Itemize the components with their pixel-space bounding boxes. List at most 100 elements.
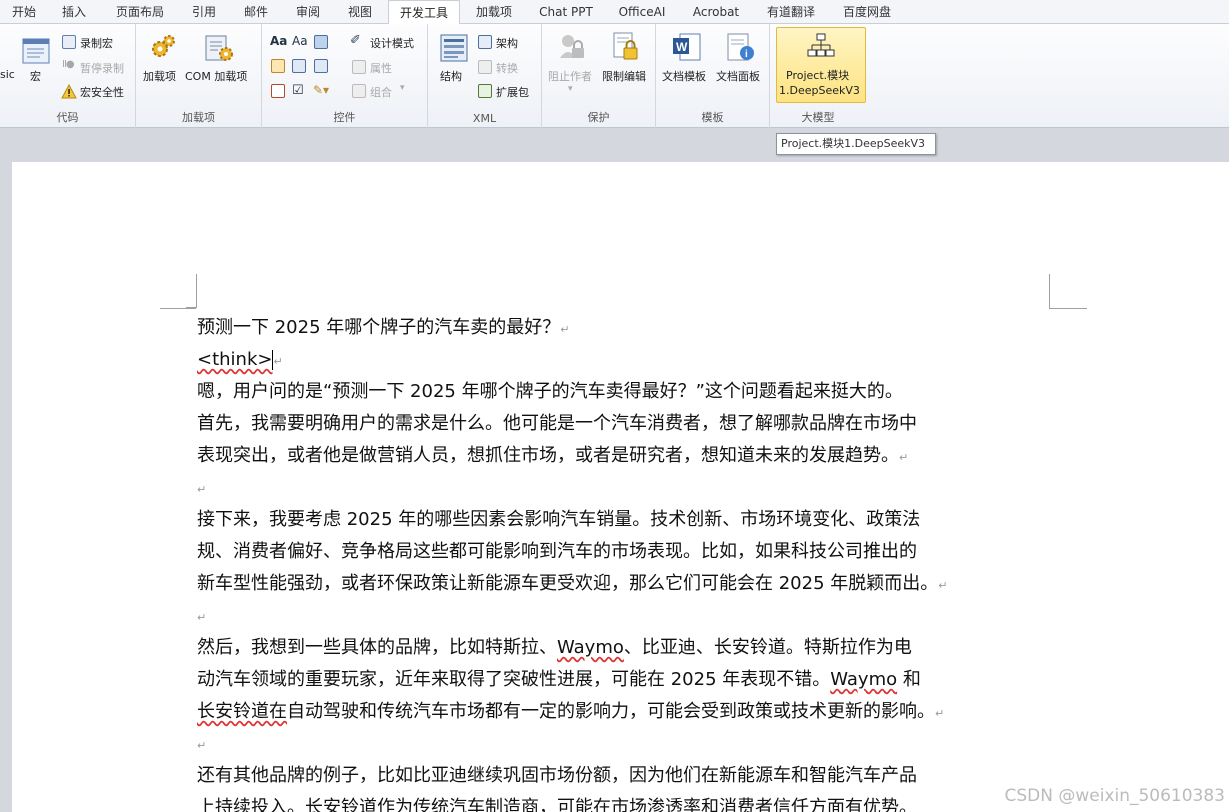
macro-button[interactable]: 宏 (20, 34, 54, 94)
restrict-editing-label: 限制编辑 (602, 70, 646, 83)
chevron-down-icon: ▾ (568, 84, 573, 94)
document-panel-button[interactable]: i 文档面板 (714, 30, 768, 94)
transform-button[interactable]: 转换 (478, 58, 538, 76)
paragraph-2-line-2: 规、消费者偏好、竞争格局这些都可能影响到汽车的市场表现。比如，如果科技公司推出的 (197, 541, 917, 562)
date-picker-control-icon[interactable] (271, 84, 285, 98)
paragraph-4-line-2: 上持续投入。长安铃道作为传统汽车制造商，可能在市场渗透率和消费者信任方面有优势。 (197, 797, 917, 812)
tab-developer[interactable]: 开发工具 (388, 0, 460, 25)
tab-review[interactable]: 审阅 (286, 0, 330, 24)
properties-button[interactable]: 属性 (350, 58, 424, 76)
plain-text-content-control-icon[interactable]: Aa (292, 34, 308, 48)
tab-addins[interactable]: 加载项 (466, 0, 522, 24)
group-label: 组合 (370, 86, 392, 99)
macro-label: 宏 (30, 70, 41, 83)
macro-icon (22, 38, 50, 64)
design-mode-button[interactable]: ✐ 设计模式 (350, 33, 424, 51)
empty-paragraph: ↵ (197, 483, 207, 496)
pause-icon: II● (62, 59, 75, 70)
tab-baidu-netdisk[interactable]: 百度网盘 (836, 0, 898, 24)
tab-acrobat[interactable]: Acrobat (686, 0, 746, 24)
drop-down-list-control-icon[interactable] (314, 59, 328, 73)
group-button[interactable]: 组合 ▾ (350, 82, 424, 100)
waymo-word: Waymo (830, 669, 898, 690)
com-addins-label: COM 加载项 (185, 70, 248, 83)
paragraph-1-line-2: 首先，我需要明确用户的需求是什么。他可能是一个汽车消费者，想了解哪款品牌在市场中 (197, 413, 917, 434)
transform-label: 转换 (496, 62, 518, 75)
design-mode-icon: ✐ (350, 33, 361, 48)
pause-recording-label: 暂停录制 (80, 62, 124, 75)
empty-paragraph: ↵ (197, 739, 207, 752)
group-code-label: 代码 (56, 111, 79, 124)
group-icon (352, 84, 366, 98)
svg-text:i: i (745, 49, 748, 60)
block-authors-icon (560, 35, 584, 58)
tab-references[interactable]: 引用 (182, 0, 226, 24)
legacy-tools-icon[interactable]: ✎▾ (313, 83, 329, 97)
pause-recording-button[interactable]: II● 暂停录制 (60, 58, 136, 76)
group-controls: Aa Aa ☑ ✎▾ ✐ 设计模式 属性 组合 ▾ 控件 (262, 24, 428, 128)
chevron-down-icon: ▾ (400, 83, 405, 93)
deepseek-v3-macro-button[interactable]: Project.模块 1.DeepSeekV3 (776, 27, 866, 103)
block-authors-button[interactable]: 阻止作者 ▾ (546, 30, 598, 100)
restrict-editing-button[interactable]: 限制编辑 (600, 30, 654, 94)
block-authors-label: 阻止作者 (548, 70, 592, 83)
record-macro-icon (62, 35, 76, 49)
org-chart-icon (807, 33, 835, 57)
paragraph-1-line-1: 嗯，用户问的是“预测一下 2025 年哪个牌子的汽车卖得最好？”这个问题看起来挺… (197, 381, 903, 402)
gears-icon (152, 35, 175, 57)
schema-label: 架构 (496, 37, 518, 50)
tab-youdao-translate[interactable]: 有道翻译 (760, 0, 822, 24)
expansion-pack-icon (478, 84, 492, 98)
tab-insert[interactable]: 插入 (52, 0, 96, 24)
changan-word: 长安铃道在 (197, 701, 287, 722)
watermark: CSDN @weixin_50610383 (1004, 786, 1225, 806)
group-xml-label: XML (472, 112, 497, 125)
deepseek-button-line1: Project.模块 (786, 69, 850, 82)
group-protect-label: 保护 (587, 111, 610, 124)
waymo-word: Waymo (557, 637, 624, 658)
building-block-control-icon[interactable] (271, 59, 285, 73)
ribbon-tab-bar: 开始 插入 页面布局 引用 邮件 审阅 视图 开发工具 加载项 Chat PPT… (0, 0, 1229, 25)
tab-home[interactable]: 开始 (2, 0, 46, 24)
group-templates: W 文档模板 i 文档面板 模板 (656, 24, 770, 128)
schema-button[interactable]: 架构 (478, 33, 538, 51)
visual-basic-button[interactable]: sic (0, 68, 15, 81)
group-code: sic 宏 录制宏 II● 暂停录制 宏安全性 代码 (0, 24, 136, 128)
picture-content-control-icon[interactable] (314, 35, 328, 49)
group-templates-label: 模板 (701, 111, 724, 124)
rich-text-content-control-icon[interactable]: Aa (270, 34, 287, 48)
design-mode-label: 设计模式 (370, 37, 414, 50)
think-tag-line: <think>↵ (197, 349, 283, 370)
record-macro-button[interactable]: 录制宏 (60, 33, 130, 51)
ribbon: sic 宏 录制宏 II● 暂停录制 宏安全性 代码 加载项 COM 加载项 加… (0, 24, 1229, 128)
tab-view[interactable]: 视图 (338, 0, 382, 24)
group-protect: 阻止作者 ▾ 限制编辑 保护 (542, 24, 656, 128)
paragraph-3-line-2: 动汽车领域的重要玩家，近年来取得了突破性进展，可能在 2025 年表现不错。Wa… (197, 669, 921, 690)
checkbox-control-icon[interactable]: ☑ (292, 83, 304, 98)
structure-button[interactable]: 结构 (434, 30, 474, 94)
com-addins-icon (205, 35, 233, 61)
paragraph-1-line-3: 表现突出，或者他是做营销人员，想抓住市场，或者是研究者，想知道未来的发展趋势。↵ (197, 445, 909, 466)
document-template-button[interactable]: W 文档模板 (660, 30, 714, 94)
tab-chatppt[interactable]: Chat PPT (532, 0, 600, 24)
com-addins-button[interactable]: COM 加载项 (184, 30, 258, 94)
margin-corner-top-left (186, 274, 197, 308)
tooltip: Project.模块1.DeepSeekV3 (776, 133, 936, 155)
empty-paragraph: ↵ (197, 611, 207, 624)
paragraph-3-line-3: 长安铃道在自动驾驶和传统汽车市场都有一定的影响力，可能会受到政策或技术更新的影响… (197, 701, 945, 722)
tab-officeai[interactable]: OfficeAI (612, 0, 672, 24)
combo-box-control-icon[interactable] (292, 59, 306, 73)
addins-button[interactable]: 加载项 (140, 30, 184, 94)
tab-mailings[interactable]: 邮件 (234, 0, 278, 24)
record-macro-label: 录制宏 (80, 37, 113, 50)
transform-icon (478, 60, 492, 74)
deepseek-button-line2: 1.DeepSeekV3 (779, 84, 860, 97)
structure-icon (440, 34, 468, 62)
structure-label: 结构 (440, 70, 462, 83)
question-line: 预测一下 2025 年哪个牌子的汽车卖的最好？↵ (197, 317, 570, 338)
expansion-pack-button[interactable]: 扩展包 (478, 82, 540, 100)
margin-corner-top-right (1049, 274, 1050, 308)
tab-page-layout[interactable]: 页面布局 (106, 0, 174, 24)
macro-security-button[interactable]: 宏安全性 (60, 82, 136, 100)
document-template-label: 文档模板 (662, 70, 706, 83)
